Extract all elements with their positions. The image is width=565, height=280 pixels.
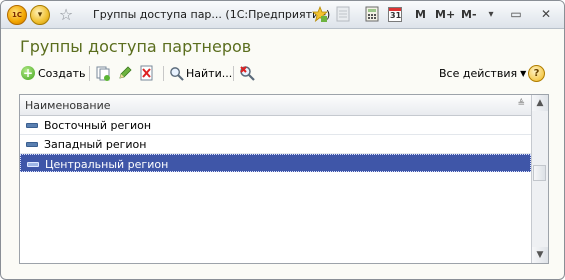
delete-button[interactable] (139, 63, 155, 83)
search-icon (170, 66, 184, 81)
table-row[interactable]: Восточный регион (20, 116, 531, 135)
chevron-down-icon: ▼ (520, 68, 527, 78)
window-title: Группы доступа пар... (1С:Предприятие) (93, 8, 331, 21)
app-window: 1С ▾ ☆ Группы доступа пар... (1С:Предпри… (0, 0, 565, 280)
sort-icon[interactable]: ≜ (517, 99, 525, 109)
group-item-icon (27, 162, 39, 167)
calendar-day: 31 (390, 10, 402, 20)
memory-plus-button[interactable]: M+ (435, 5, 455, 23)
copy-icon (96, 66, 110, 81)
scroll-up-arrow-icon[interactable]: ▲ (532, 95, 548, 111)
main-menu-button[interactable]: ▾ (30, 5, 50, 25)
cancel-search-icon (240, 66, 255, 81)
table-header[interactable]: Наименование ≜ (20, 95, 531, 116)
toolbar-divider (89, 66, 90, 81)
calendar-icon[interactable]: 31 (387, 5, 403, 23)
title-bar[interactable]: 1С ▾ ☆ Группы доступа пар... (1С:Предпри… (1, 1, 564, 29)
chevron-down-icon: ▾ (488, 8, 494, 20)
column-header-name: Наименование (25, 99, 111, 112)
help-glyph: ? (533, 67, 540, 79)
group-item-icon (26, 123, 38, 128)
find-button[interactable]: Найти... (169, 63, 232, 83)
scroll-down-arrow-icon[interactable]: ▼ (532, 247, 548, 263)
all-actions-label: Все действия (439, 66, 518, 80)
toolbar-divider (233, 66, 234, 81)
all-actions-menu[interactable]: Все действия ▼ (439, 63, 526, 83)
copy-button[interactable] (95, 63, 111, 83)
minimize-button[interactable]: ▾ (485, 5, 497, 23)
table-row[interactable]: Западный регион (20, 135, 531, 154)
command-bar: + Создать Найти... Все действия ▼ ? (18, 63, 548, 85)
app-logo-icon[interactable]: 1С (7, 5, 27, 25)
logo-text: 1С (11, 11, 22, 19)
restore-icon: ▭ (510, 7, 522, 21)
data-table[interactable]: Наименование ≜ Восточный регион Западный… (19, 94, 549, 264)
toolbar-divider (163, 66, 164, 81)
calculator-icon[interactable] (364, 5, 380, 23)
cancel-search-button[interactable] (239, 63, 255, 83)
delete-mark-icon (140, 65, 153, 81)
memory-minus-label: M- (461, 7, 477, 21)
create-button-label: Создать (38, 66, 86, 80)
chevron-down-icon: ▾ (37, 10, 43, 20)
star-icon[interactable]: ☆ (57, 4, 75, 24)
memory-button[interactable]: M (415, 5, 426, 23)
close-button[interactable]: ✕ (539, 5, 553, 23)
edit-button[interactable] (117, 63, 133, 83)
memory-minus-button[interactable]: M- (461, 5, 477, 23)
memory-label: M (415, 7, 426, 21)
restore-button[interactable]: ▭ (509, 5, 523, 23)
row-name: Центральный регион (45, 158, 169, 171)
help-icon: ? (528, 64, 545, 82)
page-title: Группы доступа партнеров (20, 37, 252, 56)
table-row-selected[interactable]: Центральный регион (20, 154, 531, 172)
star-glyph: ☆ (58, 4, 74, 24)
group-item-icon (26, 142, 38, 147)
create-button[interactable]: + Создать (21, 63, 86, 83)
plus-icon: + (21, 66, 35, 80)
help-button[interactable]: ? (528, 63, 545, 83)
find-button-label: Найти... (186, 66, 233, 80)
pencil-icon (119, 66, 132, 79)
memory-plus-label: M+ (435, 7, 456, 21)
history-icon[interactable] (335, 5, 351, 23)
row-name: Западный регион (44, 138, 147, 151)
scroll-thumb[interactable] (533, 165, 546, 181)
vertical-scrollbar[interactable]: ▲ ▼ (531, 95, 548, 263)
favorites-add-icon[interactable] (312, 5, 328, 23)
close-icon: ✕ (540, 7, 552, 21)
row-name: Восточный регион (44, 119, 152, 132)
